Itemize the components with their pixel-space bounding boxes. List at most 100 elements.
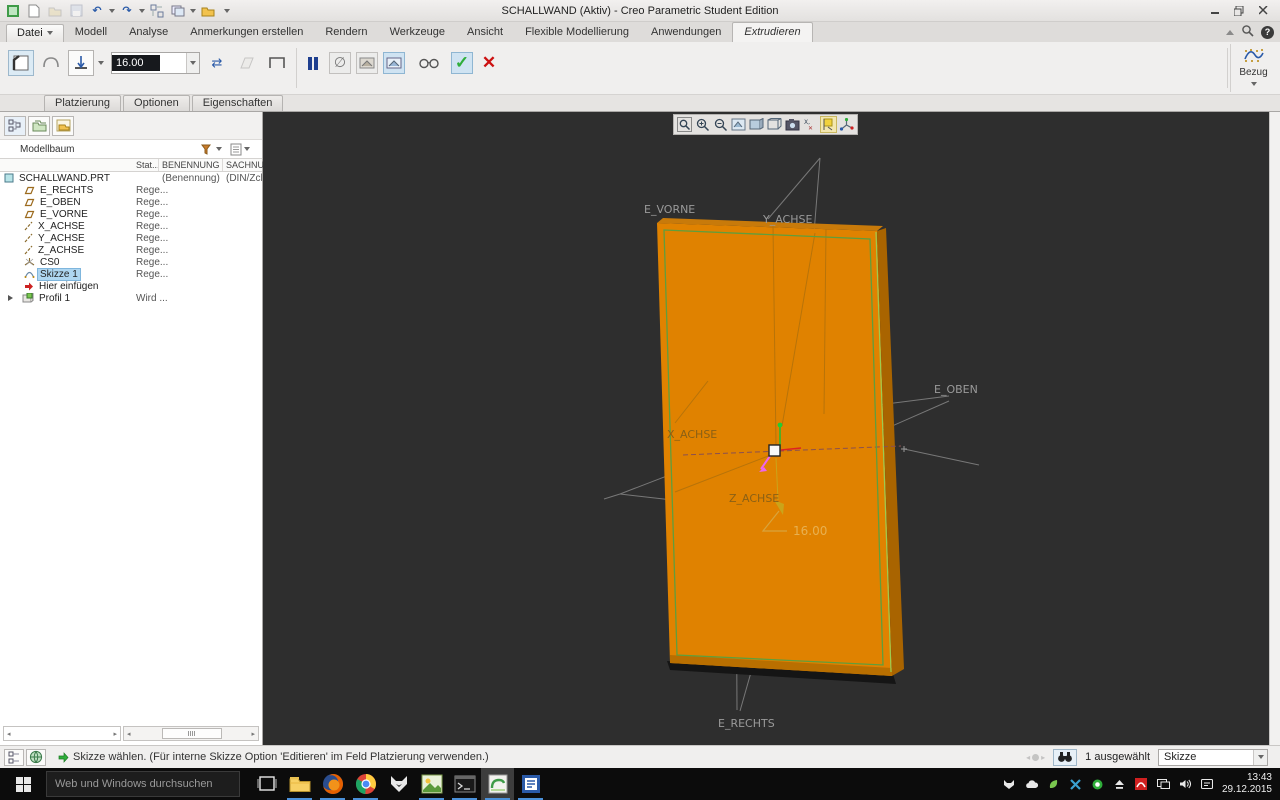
new-file-icon[interactable]: [25, 3, 43, 19]
pause-icon[interactable]: [302, 52, 324, 74]
start-button[interactable]: [0, 768, 46, 800]
tree-row-skizze-1[interactable]: Skizze 1 Rege...: [0, 267, 262, 281]
undo-dropdown-icon[interactable]: [109, 8, 115, 13]
collapse-ribbon-icon[interactable]: [1226, 29, 1234, 35]
close-button[interactable]: [1252, 3, 1274, 18]
axis-endpoint-handle[interactable]: [777, 422, 783, 428]
zoom-window-icon[interactable]: [676, 116, 693, 133]
action-center-icon[interactable]: [1201, 778, 1214, 791]
tree-row-y-achse[interactable]: Y_ACHSE Rege...: [0, 232, 262, 244]
volume-icon[interactable]: [1179, 778, 1192, 791]
folder-browser-tab-icon[interactable]: [28, 115, 50, 136]
tree-item-label[interactable]: Y_ACHSE: [36, 233, 87, 244]
message-nav-control[interactable]: ◂ ▸: [1026, 753, 1045, 762]
tree-hscrollbar-left[interactable]: ◂ ▸: [3, 726, 121, 741]
tree-row-z-achse[interactable]: Z_ACHSE Rege...: [0, 244, 262, 256]
tab-flexible-modellierung[interactable]: Flexible Modellierung: [514, 23, 640, 42]
tree-filter-icon[interactable]: [200, 143, 222, 156]
model-tree-tab-icon[interactable]: [4, 115, 26, 136]
fox-app-icon[interactable]: [382, 768, 415, 800]
task-view-button[interactable]: [250, 768, 283, 800]
shield-tray-icon[interactable]: [1091, 778, 1104, 791]
label-e-rechts[interactable]: E_RECHTS: [718, 717, 775, 730]
zoom-in-icon[interactable]: [694, 116, 711, 133]
tree-row-x-achse[interactable]: X_ACHSE Rege...: [0, 220, 262, 232]
panel-tab-platzierung[interactable]: Platzierung: [44, 95, 122, 111]
verify-glasses-icon[interactable]: [418, 52, 440, 74]
browser-toggle-icon[interactable]: [26, 748, 46, 766]
tree-item-label[interactable]: X_ACHSE: [36, 221, 87, 232]
terminal-app-icon[interactable]: [448, 768, 481, 800]
surface-extrude-icon[interactable]: [38, 50, 64, 76]
fox-tray-icon[interactable]: [1003, 778, 1016, 791]
label-z-achse[interactable]: Z_ACHSE: [729, 492, 779, 505]
thicken-sketch-icon[interactable]: [264, 50, 290, 76]
taskbar-search-input[interactable]: Web und Windows durchsuchen: [46, 771, 240, 797]
regenerate-icon[interactable]: [148, 3, 166, 19]
tree-panel-toggle-icon[interactable]: [4, 748, 24, 766]
creo-taskbar-icon[interactable]: [481, 768, 514, 800]
blue-app-icon[interactable]: [514, 768, 547, 800]
tree-item-label[interactable]: Profil 1: [37, 293, 72, 304]
tab-extrudieren[interactable]: Extrudieren: [732, 22, 813, 42]
restore-button[interactable]: [1228, 3, 1250, 18]
apply-check-icon[interactable]: ✓: [451, 52, 473, 74]
preview-attached-icon[interactable]: [383, 52, 405, 74]
model-3d-view[interactable]: E_VORNE Y_ACHSE X_ACHSE Z_ACHSE E_OBEN E…: [263, 112, 1269, 745]
redo-icon[interactable]: ↷: [118, 3, 136, 19]
depth-option-icon[interactable]: [68, 50, 94, 76]
solid-extrude-icon[interactable]: [8, 50, 34, 76]
file-explorer-icon[interactable]: [283, 768, 316, 800]
tree-settings-icon[interactable]: [230, 143, 250, 156]
tab-anmerkungen-erstellen[interactable]: Anmerkungen erstellen: [179, 23, 314, 42]
datum-display-icon[interactable]: X, ✕: [802, 116, 819, 133]
remove-material-icon[interactable]: [234, 50, 260, 76]
expander-icon[interactable]: [8, 295, 13, 301]
graphics-area[interactable]: X, ✕ E_VORNE Y_ACHSE X_ACHSE Z_ACHSE E_O…: [263, 112, 1269, 745]
help-icon[interactable]: ?: [1261, 25, 1274, 39]
no-preview-icon[interactable]: ∅: [329, 52, 351, 74]
zoom-out-icon[interactable]: [712, 116, 729, 133]
tab-modell[interactable]: Modell: [64, 23, 118, 42]
window-switch-icon[interactable]: [169, 3, 187, 19]
save-icon[interactable]: [67, 3, 85, 19]
flip-direction-icon[interactable]: ⇄: [204, 50, 230, 76]
tab-anwendungen[interactable]: Anwendungen: [640, 23, 732, 42]
tree-item-label[interactable]: E_OBEN: [38, 197, 83, 208]
tree-hscrollbar-right[interactable]: ◂ ▸: [123, 726, 259, 741]
bezug-dropdown-icon[interactable]: [1250, 82, 1257, 86]
tree-item-label[interactable]: CS0: [38, 257, 61, 268]
repaint-icon[interactable]: [730, 116, 747, 133]
taskbar-clock[interactable]: 13:43 29.12.2015: [1222, 772, 1280, 797]
tree-item-label[interactable]: E_VORNE: [38, 209, 90, 220]
tree-item-label[interactable]: Skizze 1: [37, 267, 81, 281]
firefox-icon[interactable]: [316, 768, 349, 800]
display-style-icon[interactable]: [748, 116, 765, 133]
tree-row-cs0[interactable]: CS0 Rege...: [0, 256, 262, 268]
leaf-tray-icon[interactable]: [1047, 778, 1060, 791]
depth-dropdown-icon[interactable]: [98, 61, 104, 65]
label-e-oben[interactable]: E_OBEN: [934, 383, 978, 396]
avira-tray-icon[interactable]: [1135, 778, 1148, 791]
tree-item-label[interactable]: Z_ACHSE: [36, 245, 86, 256]
tab-rendern[interactable]: Rendern: [314, 23, 378, 42]
tab-werkzeuge[interactable]: Werkzeuge: [379, 23, 456, 42]
tree-row-e-vorne[interactable]: E_VORNE Rege...: [0, 208, 262, 220]
redo-dropdown-icon[interactable]: [139, 8, 145, 13]
tree-row-profil-1[interactable]: Profil 1 Wird ...: [0, 292, 262, 304]
panel-tab-optionen[interactable]: Optionen: [123, 95, 190, 111]
tab-ansicht[interactable]: Ansicht: [456, 23, 514, 42]
depth-value-combo[interactable]: 16.00: [111, 52, 200, 74]
creo-app-icon[interactable]: [4, 3, 22, 19]
tree-row-hier-einfügen[interactable]: Hier einfügen: [0, 280, 262, 292]
preview-unattached-icon[interactable]: [356, 52, 378, 74]
tree-row-schallwand-prt[interactable]: SCHALLWAND.PRT (Benennung) (DIN/Zchn: [0, 172, 262, 184]
depth-dimension-value[interactable]: 16.00: [793, 524, 827, 538]
find-binoculars-icon[interactable]: [1053, 748, 1078, 766]
display-tray-icon[interactable]: [1156, 778, 1170, 791]
close-window-icon[interactable]: [199, 3, 217, 19]
tree-item-label[interactable]: Hier einfügen: [37, 281, 100, 292]
spin-center-icon[interactable]: [838, 116, 855, 133]
label-x-achse[interactable]: X_ACHSE: [667, 428, 717, 441]
image-app-icon[interactable]: [415, 768, 448, 800]
